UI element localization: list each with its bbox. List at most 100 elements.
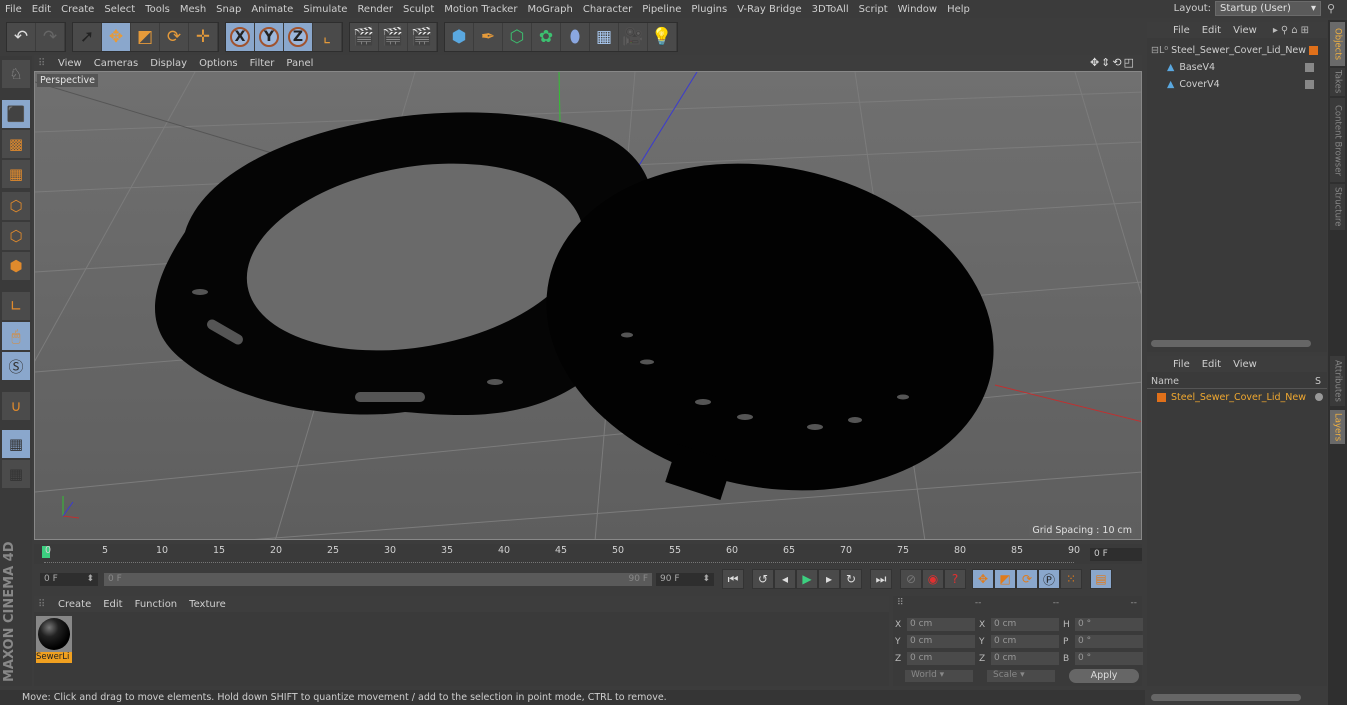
next-key-icon[interactable]: ↻ (840, 569, 862, 589)
texture-mode-icon[interactable]: ▩ (2, 130, 30, 158)
end-frame-field[interactable]: 90 F ⬍ (656, 572, 714, 586)
viewport-menu-view[interactable]: View (52, 58, 88, 69)
size-x-field[interactable]: 0 cm (991, 618, 1059, 631)
go-to-end-icon[interactable]: ⏭ (870, 569, 892, 589)
world-dropdown[interactable]: World ▾ (905, 670, 973, 682)
layer-menu-view[interactable]: View (1227, 359, 1263, 370)
menu-snap[interactable]: Snap (211, 4, 246, 15)
rot-h-field[interactable]: 0 ° (1075, 618, 1143, 631)
menu-tools[interactable]: Tools (140, 4, 175, 15)
obj-menu-view[interactable]: View (1227, 25, 1263, 36)
menu-window[interactable]: Window (893, 4, 942, 15)
previous-frame-icon[interactable]: ◂ (774, 569, 796, 589)
start-frame-field[interactable]: 0 F ⬍ (40, 572, 98, 586)
solo-toggle[interactable] (1315, 393, 1323, 401)
z-axis-icon[interactable]: Z (284, 23, 313, 51)
rot-p-field[interactable]: 0 ° (1075, 635, 1143, 648)
render-view-icon[interactable]: 🎬 (350, 23, 379, 51)
rot-b-field[interactable]: 0 ° (1075, 652, 1143, 665)
menu-plugins[interactable]: Plugins (686, 4, 732, 15)
dolly-icon[interactable]: ⇕ (1101, 56, 1112, 69)
rotate-icon[interactable]: ⟳ (160, 23, 189, 51)
menu-script[interactable]: Script (854, 4, 893, 15)
redo-icon[interactable]: ↷ (36, 23, 65, 51)
polygons-mode-icon[interactable]: ⬢ (2, 252, 30, 280)
pen-icon[interactable]: ✒ (474, 23, 503, 51)
menu-motion-tracker[interactable]: Motion Tracker (439, 4, 522, 15)
workplane-lock-icon[interactable]: ▦ (2, 430, 30, 458)
layer-color-swatch[interactable] (1157, 392, 1166, 402)
cloner-icon[interactable]: ✿ (532, 23, 561, 51)
menu-help[interactable]: Help (942, 4, 975, 15)
tab-structure[interactable]: Structure (1330, 184, 1345, 230)
snap-icon[interactable]: ∪ (2, 392, 30, 420)
object-row[interactable]: ▲ BaseV4 (1167, 59, 1323, 75)
current-frame-field[interactable]: 0 F (1090, 548, 1142, 561)
horizontal-scrollbar[interactable] (1151, 340, 1311, 347)
undo-icon[interactable]: ↶ (7, 23, 36, 51)
menu-pipeline[interactable]: Pipeline (637, 4, 686, 15)
search-icon[interactable]: ⚲ (1281, 25, 1291, 36)
menu-sculpt[interactable]: Sculpt (398, 4, 439, 15)
viewport-menu-display[interactable]: Display (144, 58, 193, 69)
menu-animate[interactable]: Animate (246, 4, 298, 15)
solo-column-header[interactable]: S (1315, 376, 1321, 388)
maximize-icon[interactable]: ◰ (1124, 56, 1136, 69)
x-axis-icon[interactable]: X (226, 23, 255, 51)
orbit-icon[interactable]: ⟲ (1112, 56, 1123, 69)
light-icon[interactable]: 💡 (648, 23, 677, 51)
menu-simulate[interactable]: Simulate (298, 4, 352, 15)
subdivision-icon[interactable]: ⬡ (503, 23, 532, 51)
name-column-header[interactable]: Name (1151, 376, 1179, 388)
menu-edit[interactable]: Edit (27, 4, 56, 15)
layer-menu-edit[interactable]: Edit (1196, 359, 1227, 370)
material-menu-create[interactable]: Create (52, 599, 97, 610)
material-thumbnail[interactable] (36, 616, 72, 652)
axis-mode-icon[interactable]: ∟ (2, 292, 30, 320)
timeline-window-icon[interactable]: ▤ (1090, 569, 1112, 589)
object-row[interactable]: ▲ CoverV4 (1167, 76, 1323, 92)
key-rotation-icon[interactable]: ⟳ (1016, 569, 1038, 589)
material-name[interactable]: SewerLi (36, 652, 72, 663)
viewport-menu-options[interactable]: Options (193, 58, 244, 69)
previous-key-icon[interactable]: ↺ (752, 569, 774, 589)
scale-dropdown[interactable]: Scale ▾ (987, 670, 1055, 682)
pos-z-field[interactable]: 0 cm (907, 652, 975, 665)
viewport-menu-panel[interactable]: Panel (280, 58, 319, 69)
camera-icon[interactable]: 🎥 (619, 23, 648, 51)
menu-file[interactable]: File (0, 4, 27, 15)
menu-render[interactable]: Render (352, 4, 398, 15)
scale-icon[interactable]: ◩ (131, 23, 160, 51)
camera-label[interactable]: Perspective (37, 74, 99, 87)
object-row[interactable]: ⊟L⁰ Steel_Sewer_Cover_Lid_New (1151, 42, 1323, 58)
home-icon[interactable]: ⌂ (1291, 25, 1300, 36)
render-to-picture-viewer-icon[interactable]: 🎬 (379, 23, 408, 51)
points-mode-icon[interactable]: ⬡ (2, 192, 30, 220)
next-frame-icon[interactable]: ▸ (818, 569, 840, 589)
pos-y-field[interactable]: 0 cm (907, 635, 975, 648)
timeline-ruler[interactable]: 0 5 10 15 20 25 30 35 40 45 50 55 60 65 70 75 80 85 90 (34, 544, 1142, 564)
layer-color-swatch[interactable] (1309, 45, 1318, 55)
tab-content-browser[interactable]: Content Browser (1330, 98, 1345, 182)
record-disabled-icon[interactable]: ⊘ (900, 569, 922, 589)
play-icon[interactable]: ▶ (796, 569, 818, 589)
obj-menu-file[interactable]: File (1167, 25, 1196, 36)
search-icon[interactable]: ⚲ (1327, 2, 1341, 16)
model-mode-icon[interactable]: ⬛ (2, 100, 30, 128)
coordinate-system-icon[interactable]: ⌞ (313, 23, 342, 51)
tab-takes[interactable]: Takes (1330, 68, 1345, 96)
render-settings-icon[interactable]: 🎬 (408, 23, 437, 51)
material-menu-edit[interactable]: Edit (97, 599, 128, 610)
arrow-right-icon[interactable]: ▸ (1273, 25, 1281, 36)
y-axis-icon[interactable]: Y (255, 23, 284, 51)
live-selection-icon[interactable]: ➚ (73, 23, 102, 51)
key-parameter-icon[interactable]: Ⓟ (1038, 569, 1060, 589)
size-y-field[interactable]: 0 cm (991, 635, 1059, 648)
edges-mode-icon[interactable]: ⬡ (2, 222, 30, 250)
menu-mograph[interactable]: MoGraph (522, 4, 577, 15)
tab-attributes[interactable]: Attributes (1330, 356, 1345, 406)
move-icon[interactable]: ✥ (102, 23, 131, 51)
key-position-icon[interactable]: ✥ (972, 569, 994, 589)
menu-mesh[interactable]: Mesh (175, 4, 211, 15)
sculpt-mode-icon[interactable]: ♘ (2, 60, 30, 88)
